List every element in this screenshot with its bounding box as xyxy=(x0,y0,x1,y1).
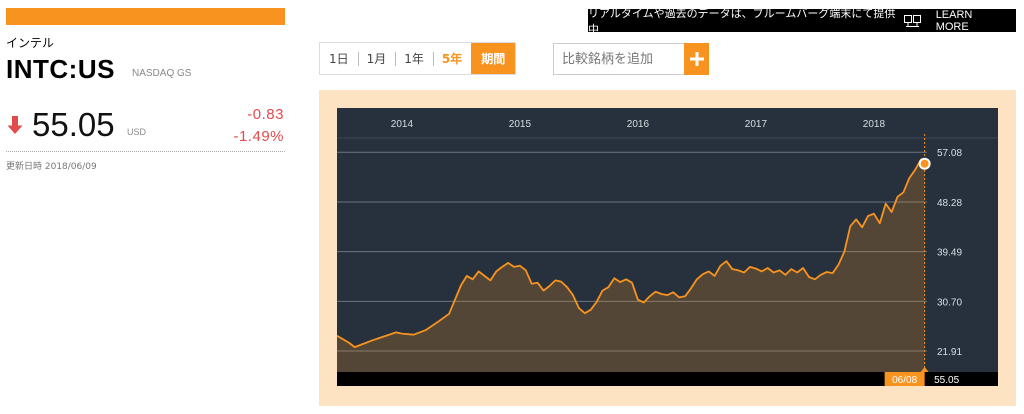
y-tick-label: 30.70 xyxy=(937,297,962,308)
range-custom-button[interactable]: 期間 xyxy=(471,43,516,74)
down-arrow-icon xyxy=(6,115,24,140)
compare-control xyxy=(553,43,709,75)
chart-panel: 2014 2015 2016 2017 2018 57.08 48.28 39.49 30.70… xyxy=(319,90,1016,406)
range-5y-button[interactable]: 5年 xyxy=(432,43,471,74)
y-tick-label: 48.28 xyxy=(937,198,962,209)
last-price-marker[interactable] xyxy=(918,157,931,170)
x-tick-label: 2017 xyxy=(745,119,768,130)
price-chart[interactable]: 2014 2015 2016 2017 2018 57.08 48.28 39.49 30.70… xyxy=(337,108,998,388)
range-1m-button[interactable]: 1月 xyxy=(357,43,396,74)
last-value-label: 55.05 xyxy=(934,375,959,386)
x-tick-label: 2018 xyxy=(863,119,886,130)
terminal-icon xyxy=(903,14,922,27)
learn-more-link[interactable]: LEARN MORE xyxy=(936,9,1006,33)
range-1y-button[interactable]: 1年 xyxy=(395,43,433,74)
price-summary: 55.05 USD -0.83 -1.49% xyxy=(6,104,285,152)
range-1d-button[interactable]: 1日 xyxy=(320,43,358,74)
x-tick-label: 2014 xyxy=(391,119,414,130)
updated-timestamp: 更新日時 2018/06/09 xyxy=(6,162,97,172)
y-tick-label: 21.91 xyxy=(937,347,962,358)
last-date-label: 06/08 xyxy=(892,375,917,386)
y-tick-label: 39.49 xyxy=(937,248,962,259)
x-tick-label: 2015 xyxy=(509,119,532,130)
y-tick-label: 57.08 xyxy=(937,148,962,159)
last-price: 55.05 xyxy=(32,106,115,143)
time-range-selector: 1日 1月 1年 5年 期間 xyxy=(319,42,517,75)
change-percent: -1.49% xyxy=(233,128,284,145)
promo-text: リアルタイムや過去のデータは、ブルームバーグ端末にて提供中 xyxy=(588,6,896,36)
company-name: インテル xyxy=(6,36,55,50)
change-absolute: -0.83 xyxy=(247,106,284,123)
add-compare-button[interactable] xyxy=(684,43,709,75)
exchange-label: NASDAQ GS xyxy=(132,68,192,79)
x-tick-label: 2016 xyxy=(627,119,650,130)
currency-label: USD xyxy=(127,127,147,137)
terminal-promo-banner[interactable]: リアルタイムや過去のデータは、ブルームバーグ端末にて提供中 LEARN MORE xyxy=(588,7,1016,36)
plus-icon xyxy=(689,52,704,66)
brand-color-bar xyxy=(6,8,285,25)
ticker-symbol: INTC:US xyxy=(6,54,115,84)
compare-input[interactable] xyxy=(553,43,684,75)
